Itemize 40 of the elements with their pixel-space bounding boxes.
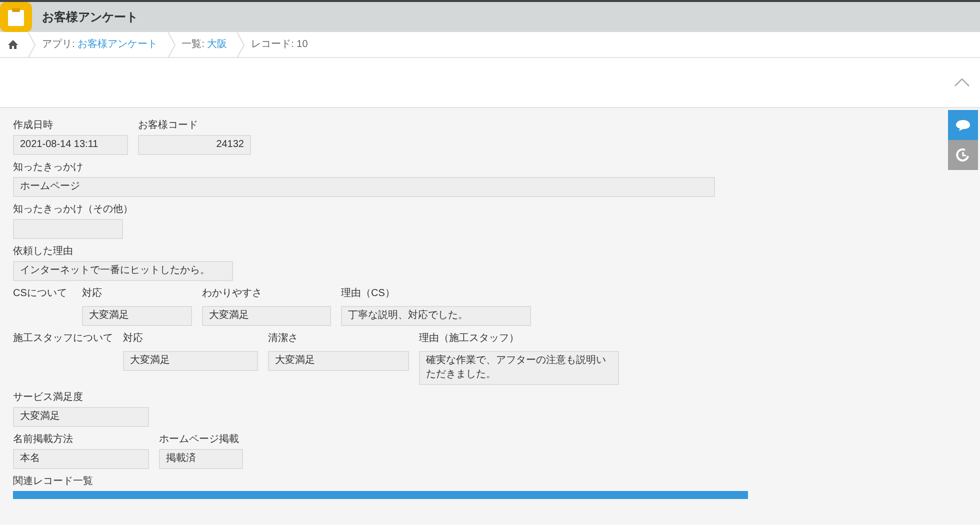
collapse-icon[interactable] xyxy=(954,78,970,87)
breadcrumb-item[interactable]: 一覧: 大阪 xyxy=(182,37,228,52)
field-value: 本名 xyxy=(13,449,149,469)
field-label: ホームページ掲載 xyxy=(159,433,240,447)
breadcrumb-item: レコード: 10 xyxy=(251,38,308,52)
field-label: 依頼した理由 xyxy=(13,245,74,259)
field-value: 大変満足 xyxy=(13,407,149,427)
field-value: インターネットで一番にヒットしたから。 xyxy=(13,261,233,281)
field-value: ホームページ xyxy=(13,177,715,197)
field-value: 丁寧な説明、対応でした。 xyxy=(341,306,531,326)
field-label: 知ったきっかけ（その他） xyxy=(13,203,133,217)
field-label: 理由（施工スタッフ） xyxy=(419,332,520,346)
breadcrumb-item[interactable]: アプリ: お客様アンケート xyxy=(42,37,158,52)
field-label: 対応 xyxy=(123,332,144,346)
group-label: 施工スタッフについて xyxy=(13,332,113,346)
field-value: 大変満足 xyxy=(82,306,192,326)
field-value: 掲載済 xyxy=(159,449,243,469)
clock-icon xyxy=(955,147,971,163)
field-label: 名前掲載方法 xyxy=(13,433,74,447)
comment-button[interactable] xyxy=(948,110,978,140)
comment-icon xyxy=(955,118,971,132)
app-title: お客様アンケート xyxy=(42,9,138,26)
history-button[interactable] xyxy=(948,140,978,170)
home-icon[interactable] xyxy=(8,40,18,49)
field-label: 対応 xyxy=(82,287,103,301)
group-label: CSについて xyxy=(13,287,68,301)
field-value: 24132 xyxy=(138,135,251,155)
field-label: 理由（CS） xyxy=(341,287,396,301)
field-label: サービス満足度 xyxy=(13,391,84,405)
field-label: 清潔さ xyxy=(268,332,299,346)
field-value: 大変満足 xyxy=(202,306,331,326)
field-label: わかりやすさ xyxy=(202,287,263,301)
field-value: 大変満足 xyxy=(123,351,258,371)
field-value: 確実な作業で、アフターの注意も説明いただきました。 xyxy=(419,351,619,385)
field-value: 大変満足 xyxy=(268,351,409,371)
field-label: 知ったきっかけ xyxy=(13,161,84,175)
field-value: 2021-08-14 13:11 xyxy=(13,135,128,155)
field-label: 作成日時 xyxy=(13,119,54,133)
section-label: 関連レコード一覧 xyxy=(13,475,94,489)
field-label: お客様コード xyxy=(138,119,199,133)
